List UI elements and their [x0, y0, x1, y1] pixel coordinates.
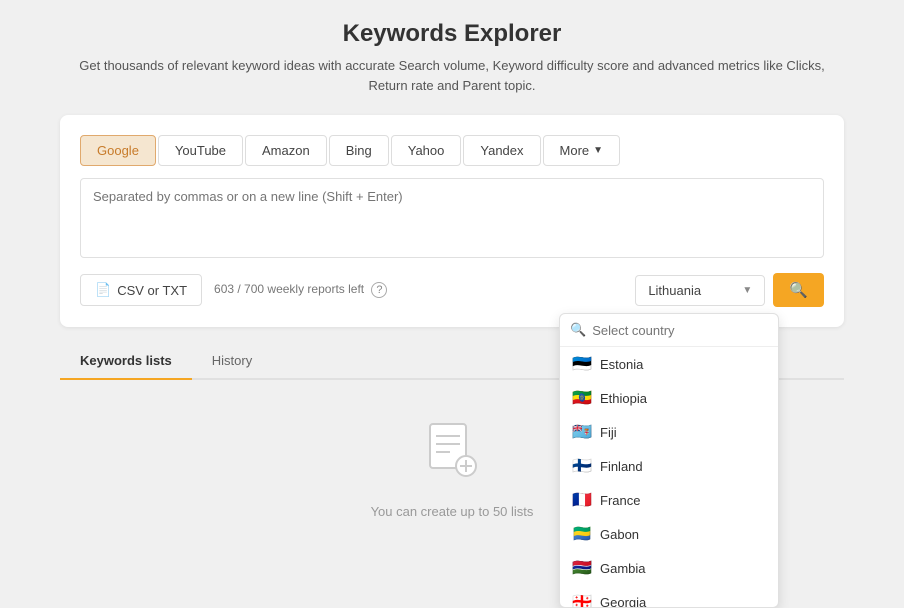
empty-state-text: You can create up to 50 lists	[371, 504, 534, 519]
flag-icon: 🇫🇷	[572, 490, 592, 510]
right-controls: Lithuania ▼ 🔍	[635, 273, 824, 307]
country-item[interactable]: 🇬🇲 Gambia	[560, 551, 778, 585]
search-icon: 🔍	[789, 282, 808, 299]
flag-icon: 🇪🇪	[572, 354, 592, 374]
chevron-down-icon: ▼	[593, 145, 603, 156]
country-search-input[interactable]	[592, 323, 768, 338]
country-item[interactable]: 🇬🇪 Georgia	[560, 585, 778, 607]
country-name: Gabon	[600, 527, 639, 542]
empty-lists-icon	[422, 420, 482, 492]
search-icon: 🔍	[570, 322, 586, 338]
tab-yahoo[interactable]: Yahoo	[391, 135, 462, 166]
country-name: Gambia	[600, 561, 646, 576]
flag-icon: 🇫🇮	[572, 456, 592, 476]
flag-icon: 🇬🇲	[572, 558, 592, 578]
reports-remaining: 603 / 700 weekly reports left ?	[214, 282, 387, 298]
page-subtitle: Get thousands of relevant keyword ideas …	[60, 56, 844, 95]
tab-more[interactable]: More ▼	[543, 135, 621, 166]
engine-tabs-row: Google YouTube Amazon Bing Yahoo Yandex …	[80, 135, 824, 166]
flag-icon: 🇬🇪	[572, 592, 592, 607]
country-name: Georgia	[600, 595, 646, 608]
csv-upload-button[interactable]: 📄 CSV or TXT	[80, 274, 202, 306]
help-icon[interactable]: ?	[371, 282, 387, 298]
country-name: Ethiopia	[600, 391, 647, 406]
search-button[interactable]: 🔍	[773, 273, 824, 307]
upload-icon: 📄	[95, 282, 111, 298]
country-item[interactable]: 🇪🇹 Ethiopia	[560, 381, 778, 415]
page-title: Keywords Explorer	[60, 20, 844, 48]
keyword-input[interactable]	[80, 178, 824, 258]
tab-bing[interactable]: Bing	[329, 135, 389, 166]
tab-amazon[interactable]: Amazon	[245, 135, 327, 166]
country-selector[interactable]: Lithuania ▼	[635, 275, 765, 306]
tab-youtube[interactable]: YouTube	[158, 135, 243, 166]
country-item[interactable]: 🇪🇪 Estonia	[560, 347, 778, 381]
flag-icon: 🇫🇯	[572, 422, 592, 442]
country-item[interactable]: 🇫🇯 Fiji	[560, 415, 778, 449]
tab-google[interactable]: Google	[80, 135, 156, 166]
country-name: Finland	[600, 459, 643, 474]
country-name: France	[600, 493, 640, 508]
country-list: 🇪🇪 Estonia 🇪🇹 Ethiopia 🇫🇯 Fiji 🇫🇮 Finland 🇫🇷 Fran…	[560, 347, 778, 607]
flag-icon: 🇬🇦	[572, 524, 592, 544]
tab-yandex[interactable]: Yandex	[463, 135, 540, 166]
tab-keywords-lists[interactable]: Keywords lists	[60, 343, 192, 380]
flag-icon: 🇪🇹	[572, 388, 592, 408]
bottom-bar: 📄 CSV or TXT 603 / 700 weekly reports le…	[80, 273, 824, 307]
country-item[interactable]: 🇫🇷 France	[560, 483, 778, 517]
tab-history[interactable]: History	[192, 343, 272, 380]
country-dropdown: 🔍 🇪🇪 Estonia 🇪🇹 Ethiopia 🇫🇯 Fiji 🇫🇮 Finland 🇫🇷 Fr…	[559, 313, 779, 608]
country-item[interactable]: 🇫🇮 Finland	[560, 449, 778, 483]
country-item[interactable]: 🇬🇦 Gabon	[560, 517, 778, 551]
left-controls: 📄 CSV or TXT 603 / 700 weekly reports le…	[80, 274, 387, 306]
chevron-down-icon: ▼	[742, 285, 752, 296]
main-card: Google YouTube Amazon Bing Yahoo Yandex …	[60, 115, 844, 327]
country-name: Estonia	[600, 357, 643, 372]
dropdown-search-row: 🔍	[560, 314, 778, 347]
country-name: Fiji	[600, 425, 617, 440]
